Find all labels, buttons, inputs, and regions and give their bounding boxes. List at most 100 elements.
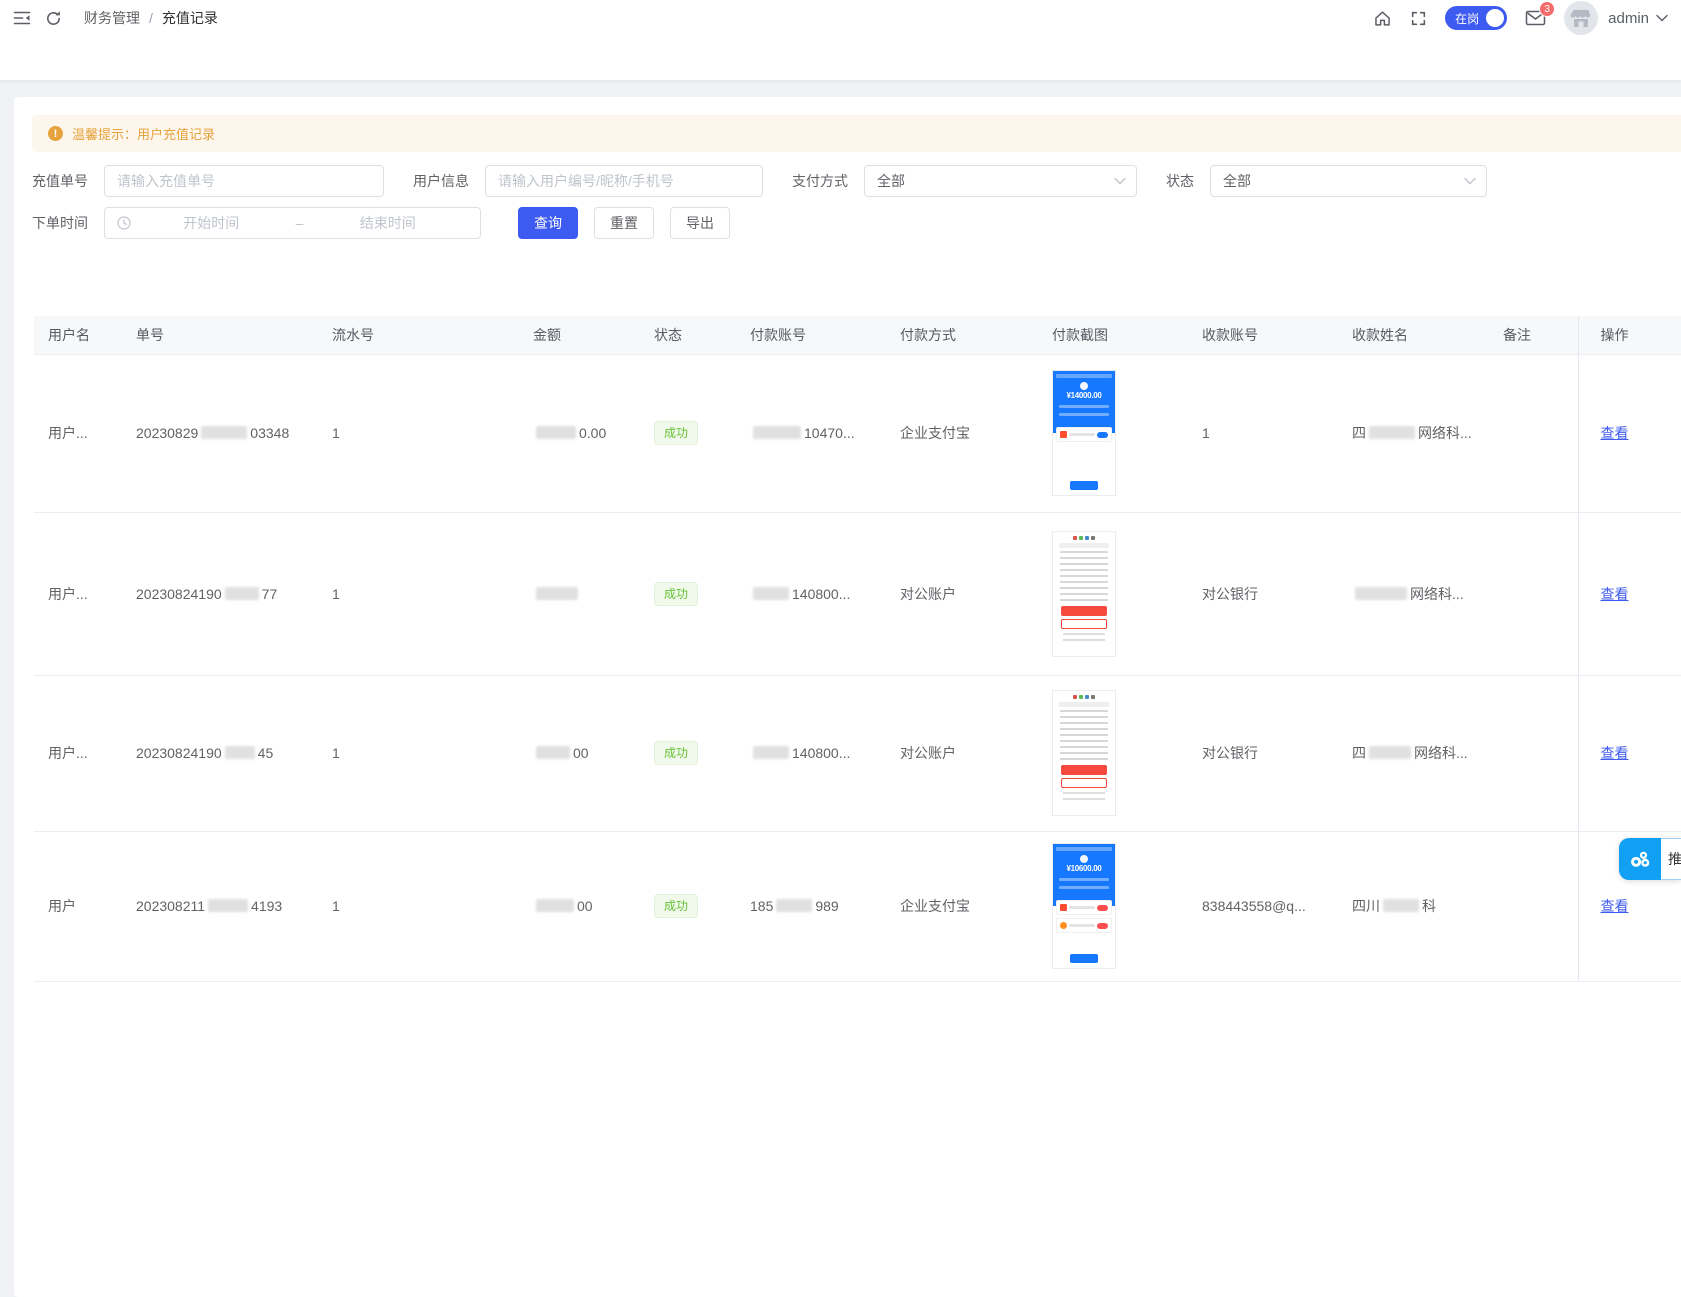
- view-link[interactable]: 查看: [1601, 745, 1629, 761]
- column-header-user: 用户名: [34, 316, 122, 354]
- cell-text: 185: [750, 898, 773, 914]
- cell-text: 20230829: [136, 425, 198, 441]
- receipt-confirm-button: [1070, 954, 1098, 963]
- user-menu[interactable]: admin: [1608, 10, 1668, 27]
- view-link[interactable]: 查看: [1601, 425, 1629, 441]
- cell-text: 4193: [251, 898, 282, 914]
- tip-alert-text: 温馨提示：用户充值记录: [72, 124, 215, 143]
- payment-screenshot-thumbnail[interactable]: [1052, 531, 1116, 657]
- netdisk-overlay-label-panel[interactable]: 推: [1661, 838, 1681, 880]
- order-no-input[interactable]: [104, 165, 384, 197]
- cell-method: 对公账户: [886, 675, 1038, 831]
- cell-action: 查看: [1578, 675, 1681, 831]
- refresh-icon[interactable]: [45, 10, 62, 27]
- cell-status: 成功: [640, 512, 736, 675]
- cell-text: 10470...: [804, 425, 855, 441]
- cell-payee_name: 四川科: [1338, 831, 1489, 981]
- cell-text: 对公账户: [900, 745, 956, 761]
- status-value: 全部: [1223, 171, 1251, 191]
- redacted-blur: [225, 587, 259, 600]
- table-row: 用户...20230824190771成功140800...对公账户 对公银行网…: [34, 512, 1681, 675]
- cell-order: 20230829 03348: [122, 354, 318, 512]
- cell-payee_name: 四网络科...: [1338, 675, 1489, 831]
- cell-order: 2023082114193: [122, 831, 318, 981]
- status-label: 状态: [1166, 171, 1194, 191]
- reset-button[interactable]: 重置: [594, 207, 654, 239]
- export-button[interactable]: 导出: [670, 207, 730, 239]
- date-range-picker[interactable]: 开始时间 – 结束时间: [104, 207, 481, 239]
- navbar-right: 在岗 3 admin: [1355, 1, 1668, 35]
- table-row: 用户...2023082419045100成功140800...对公账户 对公银…: [34, 675, 1681, 831]
- cell-order: 2023082419077: [122, 512, 318, 675]
- cell-amount: 0.00: [519, 354, 640, 512]
- redacted-blur: [208, 899, 248, 912]
- payment-screenshot-thumbnail[interactable]: ¥10600.00: [1052, 843, 1116, 969]
- cell-text: 用户...: [48, 586, 88, 602]
- status-select[interactable]: 全部: [1210, 165, 1487, 197]
- view-link[interactable]: 查看: [1601, 586, 1629, 602]
- cell-action: 查看: [1578, 512, 1681, 675]
- view-link[interactable]: 查看: [1601, 898, 1629, 914]
- column-header-order: 单号: [122, 316, 318, 354]
- cell-amount: [519, 512, 640, 675]
- sidebar-fold-icon[interactable]: [13, 10, 31, 26]
- redacted-blur: [225, 746, 255, 759]
- payment-screenshot-thumbnail[interactable]: [1052, 690, 1116, 816]
- breadcrumb: 财务管理 / 充值记录: [84, 8, 218, 28]
- cell-text: 用户...: [48, 745, 88, 761]
- cell-text: 四川: [1352, 898, 1380, 914]
- cell-amount: 00: [519, 675, 640, 831]
- cell-text: 网络科...: [1418, 425, 1472, 441]
- cell-user: 用户...: [34, 675, 122, 831]
- breadcrumb-parent[interactable]: 财务管理: [84, 8, 140, 28]
- cell-text: 838443558@q...: [1202, 898, 1306, 914]
- records-table: 用户名单号流水号金额状态付款账号付款方式付款截图收款账号收款姓名备注操作 用户.…: [34, 316, 1681, 982]
- redacted-blur: [536, 899, 574, 912]
- cell-text: 对公银行: [1202, 745, 1258, 761]
- fullscreen-icon[interactable]: [1410, 10, 1427, 27]
- duty-status-toggle[interactable]: 在岗: [1445, 6, 1507, 30]
- chevron-down-icon: [1656, 14, 1668, 22]
- cell-text: 1: [332, 586, 340, 602]
- cell-remark: [1489, 675, 1578, 831]
- duty-status-label: 在岗: [1455, 10, 1479, 27]
- netdisk-save-button[interactable]: [1619, 838, 1661, 880]
- cell-payee_account: 对公银行: [1188, 675, 1338, 831]
- search-button[interactable]: 查询: [518, 207, 578, 239]
- column-header-status: 状态: [640, 316, 736, 354]
- user-info-input[interactable]: [485, 165, 763, 197]
- table-header-row: 用户名单号流水号金额状态付款账号付款方式付款截图收款账号收款姓名备注操作: [34, 316, 1681, 354]
- cell-order: 2023082419045: [122, 675, 318, 831]
- receipt-header: ¥14000.00: [1053, 371, 1115, 433]
- column-header-remark: 备注: [1489, 316, 1578, 354]
- cell-text: 77: [262, 586, 278, 602]
- tip-alert: ! 温馨提示：用户充值记录: [32, 115, 1681, 152]
- warning-icon: !: [48, 126, 63, 141]
- cell-user: 用户...: [34, 354, 122, 512]
- avatar[interactable]: [1564, 1, 1598, 35]
- column-header-serial: 流水号: [318, 316, 519, 354]
- messages-button[interactable]: 3: [1525, 9, 1546, 27]
- cell-shot: [1038, 512, 1188, 675]
- user-info-label: 用户信息: [413, 171, 469, 191]
- cell-text: 网络科...: [1414, 745, 1468, 761]
- payment-screenshot-thumbnail[interactable]: ¥14000.00: [1052, 370, 1116, 496]
- filter-buttons: 查询 重置 导出: [518, 207, 730, 239]
- end-time-placeholder[interactable]: 结束时间: [307, 213, 468, 233]
- cell-text: 03348: [250, 425, 289, 441]
- column-header-amount: 金额: [519, 316, 640, 354]
- username: admin: [1608, 10, 1649, 27]
- home-icon[interactable]: [1373, 9, 1392, 28]
- receipt-primary-button: [1061, 765, 1107, 775]
- redacted-blur: [536, 426, 576, 439]
- pay-method-select[interactable]: 全部: [864, 165, 1137, 197]
- order-no-label: 充值单号: [32, 171, 88, 191]
- start-time-placeholder[interactable]: 开始时间: [131, 213, 292, 233]
- cell-remark: [1489, 512, 1578, 675]
- redacted-blur: [1383, 899, 1419, 912]
- status-badge: 成功: [654, 894, 698, 918]
- redacted-blur: [1355, 587, 1407, 600]
- cell-text: 企业支付宝: [900, 425, 970, 441]
- tabs-bar: [0, 36, 1681, 80]
- cell-text: 1: [332, 898, 340, 914]
